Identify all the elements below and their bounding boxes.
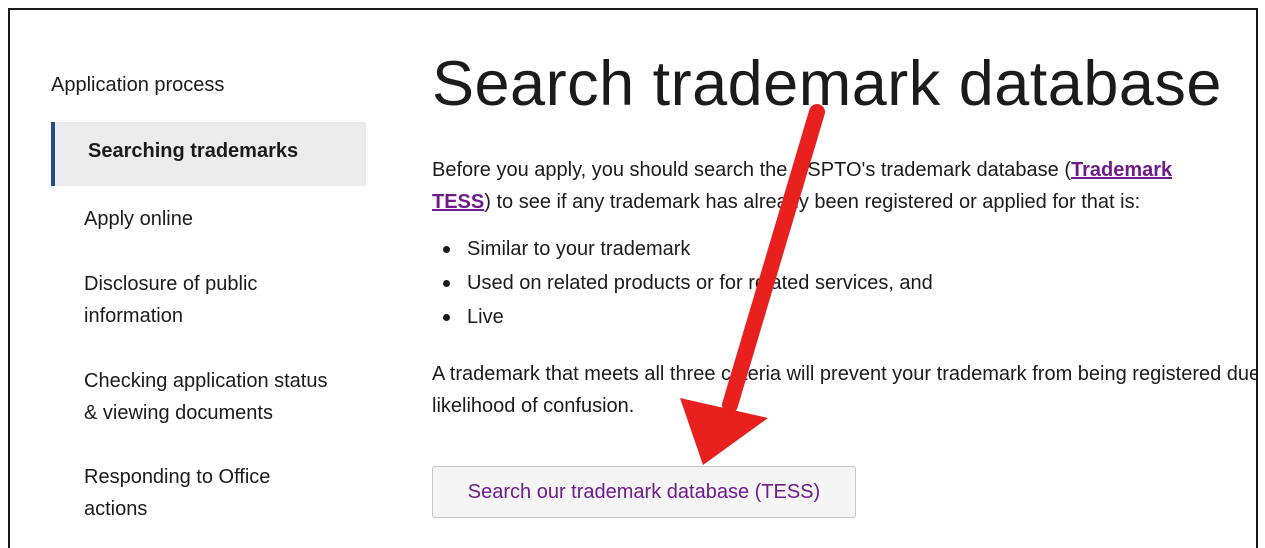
intro-line-2: TESS) to see if any trademark has alread… [432, 186, 1258, 218]
sidebar-item-checking-status[interactable]: Checking application status & viewing do… [84, 365, 364, 429]
sidebar-item-label-line1: Disclosure of public [84, 273, 258, 295]
list-item: Similar to your trademark [432, 232, 1258, 266]
intro-text-continued: ) to see if any trademark has already be… [484, 191, 1141, 213]
sidebar-heading[interactable]: Application process [51, 74, 224, 97]
sidebar-item-office-actions[interactable]: Responding to Office actions [84, 461, 364, 525]
sidebar-item-label-line2: & viewing documents [84, 402, 273, 424]
tess-link-part1[interactable]: Trademark [1071, 159, 1172, 181]
sidebar-item-label: Apply online [84, 208, 193, 230]
sidebar-item-apply-online[interactable]: Apply online [84, 203, 364, 235]
sidebar-item-label-line1: Responding to Office [84, 466, 271, 488]
search-tess-button[interactable]: Search our trademark database (TESS) [432, 466, 856, 518]
sidebar-item-label-line2: information [84, 305, 183, 327]
page-title: Search trademark database [432, 49, 1222, 119]
criteria-list: Similar to your trademark Used on relate… [432, 232, 1258, 334]
sidebar-item-searching-trademarks[interactable]: Searching trademarks [51, 122, 366, 186]
intro-line-1: Before you apply, you should search the … [432, 154, 1258, 186]
tess-link-part2[interactable]: TESS [432, 191, 484, 213]
criteria-explanation: A trademark that meets all three criteri… [432, 358, 1258, 422]
sidebar-item-label-line1: Checking application status [84, 370, 328, 392]
intro-text: Before you apply, you should search the … [432, 159, 1071, 181]
list-item: Live [432, 300, 1258, 334]
sidebar-item-disclosure[interactable]: Disclosure of public information [84, 268, 364, 332]
explanation-line-1: A trademark that meets all three criteri… [432, 363, 1258, 385]
list-item: Used on related products or for related … [432, 266, 1258, 300]
sidebar-item-label-line2: actions [84, 498, 148, 520]
main-content: Before you apply, you should search the … [432, 154, 1258, 422]
explanation-line-2: likelihood of confusion. [432, 395, 635, 417]
sidebar-item-label: Searching trademarks [88, 140, 299, 162]
